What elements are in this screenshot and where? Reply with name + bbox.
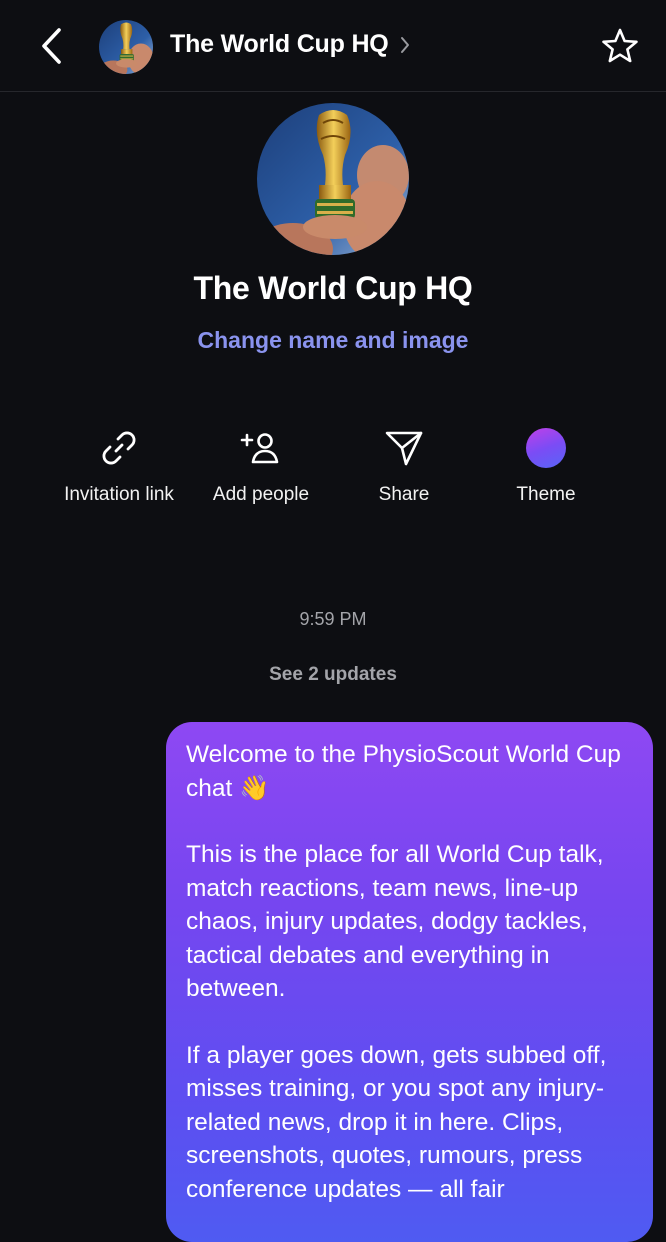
chat-header: The World Cup HQ bbox=[0, 0, 666, 92]
star-icon bbox=[602, 28, 638, 63]
add-people-button[interactable]: Add people bbox=[186, 420, 336, 506]
trophy-image bbox=[99, 20, 153, 74]
share-label: Share bbox=[378, 484, 430, 505]
chevron-right-icon bbox=[399, 35, 411, 55]
favorite-button[interactable] bbox=[596, 22, 644, 70]
group-avatar[interactable] bbox=[257, 103, 409, 255]
theme-circle-icon bbox=[526, 428, 566, 468]
see-updates-link[interactable]: See 2 updates bbox=[0, 664, 666, 686]
message-paragraph: This is the place for all World Cup talk… bbox=[186, 841, 604, 1002]
action-row: Invitation link Add people Share Theme bbox=[0, 420, 666, 520]
send-icon bbox=[385, 431, 423, 466]
group-name: The World Cup HQ bbox=[193, 270, 473, 306]
theme-label: Theme bbox=[516, 484, 576, 505]
message-bubble[interactable]: Welcome to the PhysioScout World Cup cha… bbox=[166, 722, 653, 1242]
header-title-text: The World Cup HQ bbox=[170, 30, 389, 58]
message-paragraph: If a player goes down, gets subbed off, … bbox=[186, 1041, 607, 1203]
group-avatar-small[interactable] bbox=[99, 20, 153, 74]
add-people-label: Add people bbox=[212, 484, 310, 505]
add-person-icon bbox=[240, 433, 279, 464]
trophy-image bbox=[257, 103, 409, 255]
message-timestamp: 9:59 PM bbox=[299, 609, 367, 629]
theme-button[interactable]: Theme bbox=[471, 420, 621, 506]
link-icon bbox=[102, 431, 136, 465]
invitation-link-label: Invitation link bbox=[64, 484, 174, 505]
message-paragraph: Welcome to the PhysioScout World Cup cha… bbox=[186, 741, 621, 802]
header-title[interactable]: The World Cup HQ bbox=[170, 30, 411, 59]
share-button[interactable]: Share bbox=[329, 420, 479, 506]
change-name-image-link[interactable]: Change name and image bbox=[0, 327, 666, 354]
chevron-left-icon bbox=[42, 28, 61, 64]
invitation-link-button[interactable]: Invitation link bbox=[44, 420, 194, 506]
back-button[interactable] bbox=[30, 22, 74, 70]
